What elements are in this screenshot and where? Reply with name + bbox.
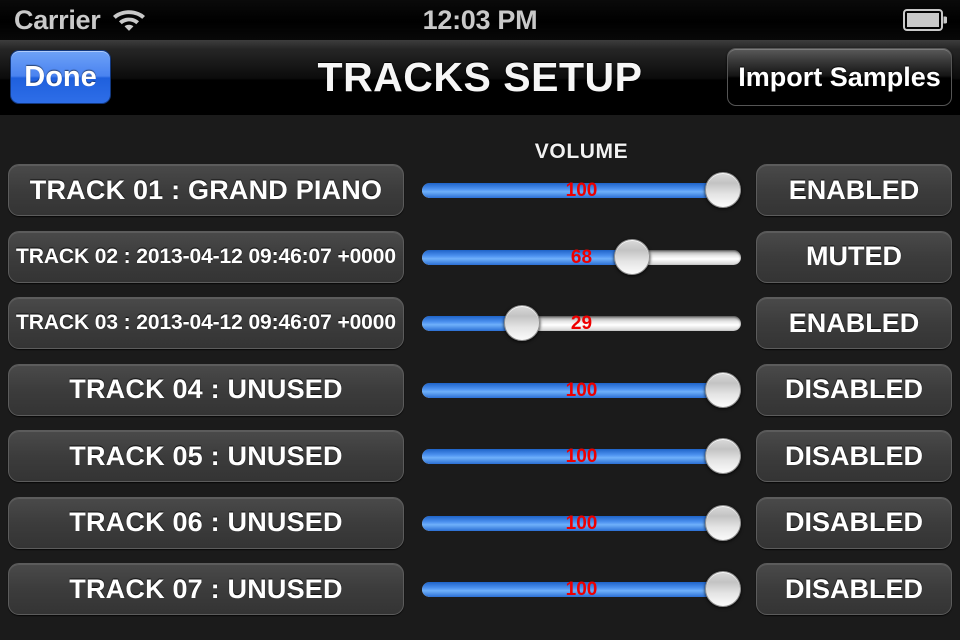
track-row: TRACK 02 : 2013-04-12 09:46:07 +0000 68 MU… xyxy=(0,230,960,289)
volume-slider[interactable]: 100 xyxy=(422,438,741,474)
volume-slider-fill xyxy=(422,449,723,464)
volume-slider[interactable]: 100 xyxy=(422,172,741,208)
wifi-icon xyxy=(113,10,146,31)
volume-slider-track[interactable] xyxy=(422,515,741,531)
clock-label: 12:03 PM xyxy=(422,4,538,35)
track-row: TRACK 05 : UNUSED 100 DISABLED xyxy=(0,430,960,488)
volume-slider[interactable]: 29 xyxy=(422,305,741,341)
app-screen: Carrier 12:03 PM Done TRACKS SETUP Impor… xyxy=(0,0,960,640)
volume-slider-fill xyxy=(422,183,723,198)
import-samples-button[interactable]: Import Samples xyxy=(727,48,952,106)
track-row: TRACK 06 : UNUSED 100 DISABLED xyxy=(0,496,960,555)
track-status-button[interactable]: DISABLED xyxy=(756,563,952,615)
track-row: TRACK 07 : UNUSED 100 DISABLED xyxy=(0,563,960,621)
battery-full-icon xyxy=(903,9,947,31)
volume-slider-fill xyxy=(422,515,723,531)
track-status-button[interactable]: ENABLED xyxy=(756,164,952,216)
track-status-button[interactable]: DISABLED xyxy=(756,496,952,549)
volume-slider-thumb[interactable] xyxy=(705,371,741,408)
volume-slider-thumb[interactable] xyxy=(614,238,651,275)
volume-slider[interactable]: 68 xyxy=(422,238,741,275)
volume-slider-track[interactable] xyxy=(422,582,741,597)
track-name-button[interactable]: TRACK 06 : UNUSED xyxy=(8,496,404,549)
volume-slider-thumb[interactable] xyxy=(705,438,741,474)
volume-slider-thumb[interactable] xyxy=(705,504,741,541)
volume-slider[interactable]: 100 xyxy=(422,504,741,541)
volume-slider-track[interactable] xyxy=(422,183,741,198)
status-bar: Carrier 12:03 PM xyxy=(0,0,960,41)
volume-slider[interactable]: 100 xyxy=(422,371,741,408)
volume-column-header: VOLUME xyxy=(534,140,629,163)
track-name-button[interactable]: TRACK 02 : 2013-04-12 09:46:07 +0000 xyxy=(8,230,404,283)
carrier-group: Carrier xyxy=(14,0,146,40)
track-row: TRACK 04 : UNUSED 100 DISABLED xyxy=(0,363,960,422)
track-name-button[interactable]: TRACK 07 : UNUSED xyxy=(8,563,404,615)
track-row: TRACK 01 : GRAND PIANO 100 ENABLED xyxy=(0,164,960,222)
track-status-button[interactable]: DISABLED xyxy=(756,363,952,416)
volume-slider-track[interactable] xyxy=(422,449,741,464)
track-status-button[interactable]: ENABLED xyxy=(756,297,952,349)
volume-slider-fill xyxy=(422,382,723,398)
track-row: TRACK 03 : 2013-04-12 09:46:07 +0000 29 EN… xyxy=(0,297,960,355)
track-name-button[interactable]: TRACK 05 : UNUSED xyxy=(8,430,404,482)
track-status-button[interactable]: DISABLED xyxy=(756,430,952,482)
done-button[interactable]: Done xyxy=(10,50,111,104)
volume-slider-thumb[interactable] xyxy=(705,172,741,208)
carrier-label: Carrier xyxy=(14,4,101,35)
volume-slider-thumb[interactable] xyxy=(705,571,741,607)
volume-slider-track[interactable] xyxy=(422,382,741,398)
tracks-list: VOLUME TRACK 01 : GRAND PIANO 100 ENABLED T… xyxy=(0,115,960,640)
volume-slider-track[interactable] xyxy=(422,316,741,331)
volume-slider[interactable]: 100 xyxy=(422,571,741,607)
track-name-button[interactable]: TRACK 04 : UNUSED xyxy=(8,363,404,416)
track-name-button[interactable]: TRACK 01 : GRAND PIANO xyxy=(8,164,404,216)
navigation-bar: Done TRACKS SETUP Import Samples xyxy=(0,40,960,115)
volume-slider-track[interactable] xyxy=(422,249,741,265)
volume-slider-thumb[interactable] xyxy=(504,305,541,341)
track-status-button[interactable]: MUTED xyxy=(756,230,952,283)
track-name-button[interactable]: TRACK 03 : 2013-04-12 09:46:07 +0000 xyxy=(8,297,404,349)
volume-slider-fill xyxy=(422,249,633,265)
volume-slider-fill xyxy=(422,582,723,597)
